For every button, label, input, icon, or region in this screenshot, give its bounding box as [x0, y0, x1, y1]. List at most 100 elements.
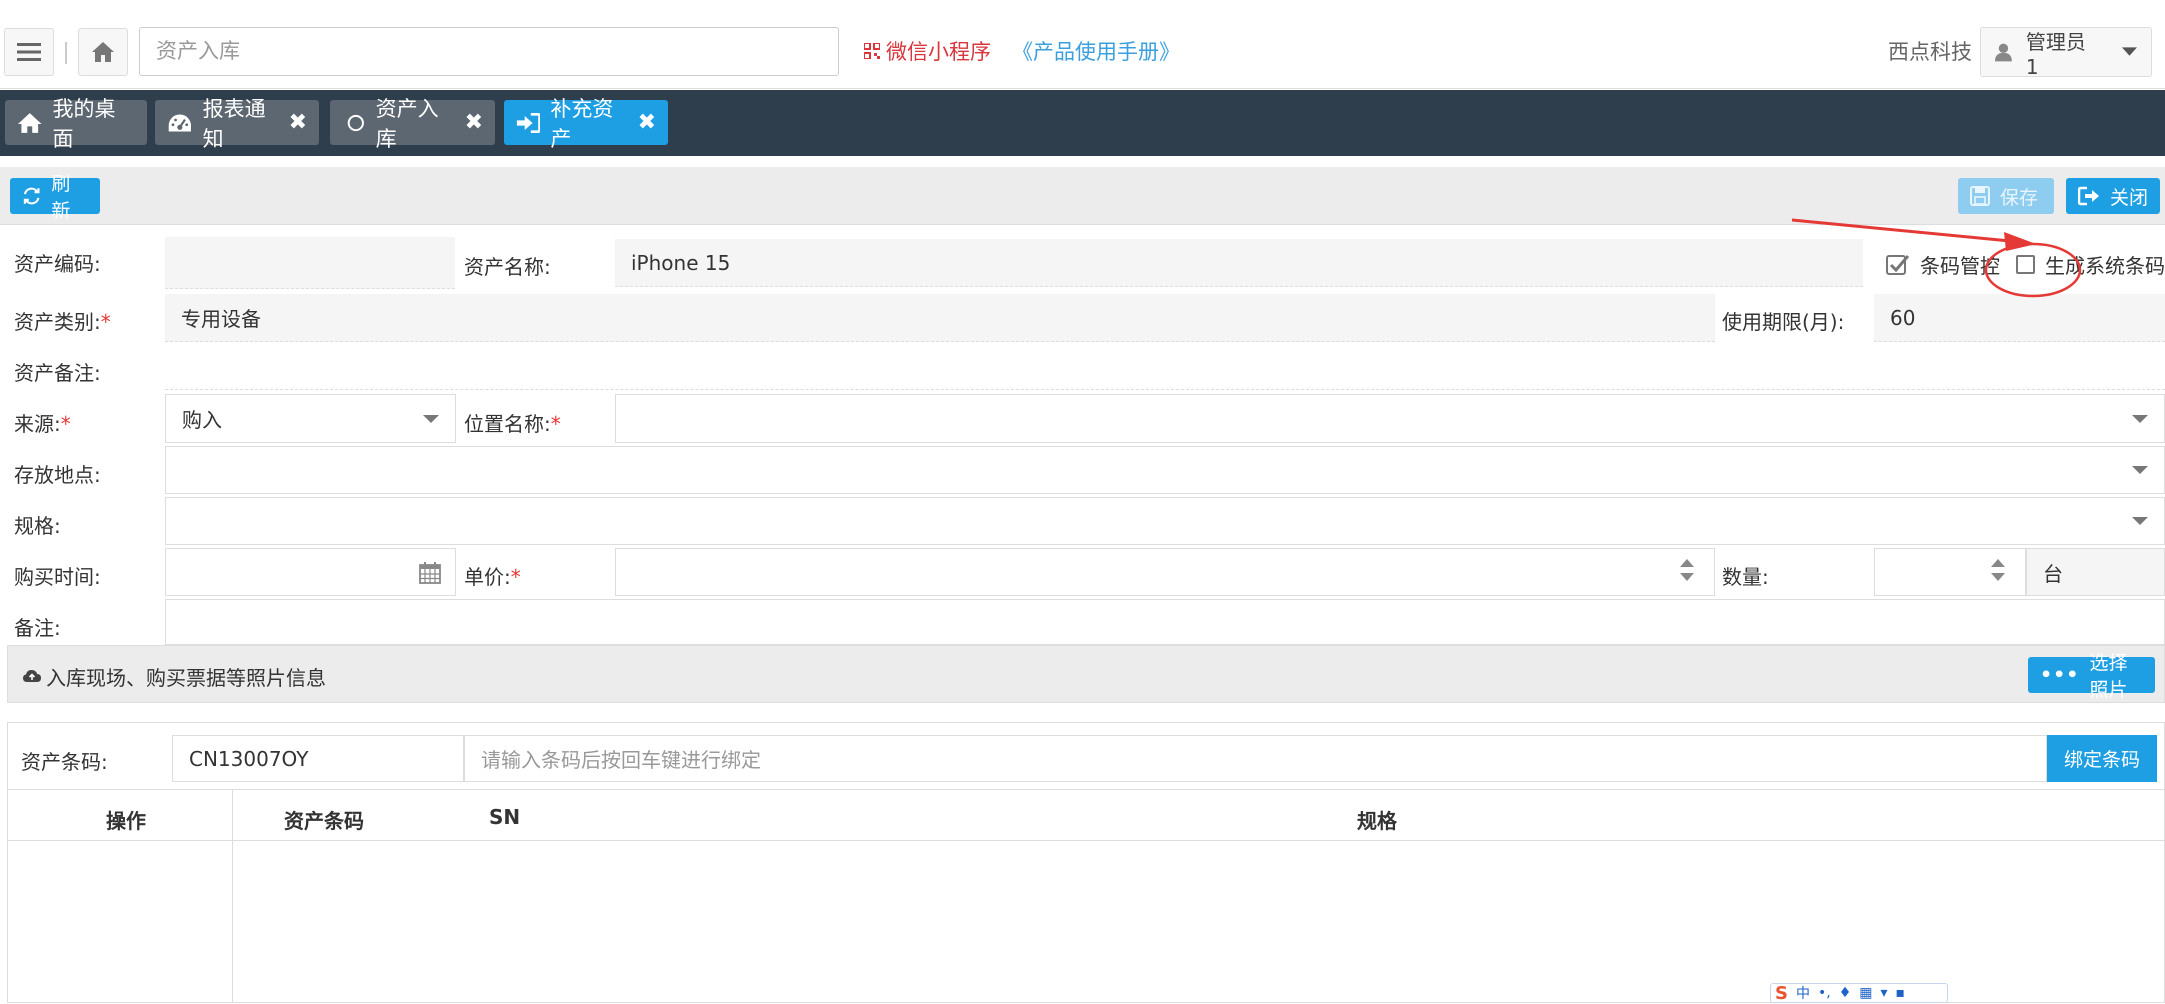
- purchase-time-input[interactable]: [165, 548, 456, 596]
- caret-down-icon: [2132, 414, 2148, 423]
- close-button[interactable]: 关闭: [2066, 178, 2160, 214]
- asset-remark-label: 资产备注:: [14, 361, 101, 385]
- save-label: 保存: [2000, 186, 2039, 209]
- unit-price-input[interactable]: [615, 548, 1715, 596]
- note-input[interactable]: [165, 599, 2165, 645]
- keyboard-icon[interactable]: ▦: [1859, 985, 1872, 1001]
- wechat-miniapp-link[interactable]: 微信小程序: [864, 36, 991, 66]
- close-tab-icon[interactable]: ✖: [638, 110, 656, 135]
- generate-barcode-label: 生成系统条码: [2045, 254, 2165, 278]
- required-mark: *: [510, 565, 521, 589]
- quantity-unit: 台: [2026, 548, 2165, 596]
- product-manual-link[interactable]: 《产品使用手册》: [1012, 36, 1180, 66]
- table-header-sn: SN: [489, 805, 521, 829]
- table-header-asset-barcode: 资产条码: [284, 809, 364, 833]
- table-column-divider: [232, 790, 233, 1003]
- photo-info-label: 入库现场、购买票据等照片信息: [46, 666, 326, 690]
- menu-toggle-button[interactable]: [4, 28, 54, 76]
- select-photo-button[interactable]: ••• 选择照片: [2028, 652, 2155, 701]
- calendar-icon[interactable]: [419, 562, 441, 584]
- required-mark: *: [60, 412, 71, 436]
- user-menu[interactable]: 管理员1: [1980, 27, 2152, 79]
- tab-my-desktop[interactable]: 我的桌面: [5, 97, 147, 151]
- tab-supplement-asset[interactable]: 补充资产 ✖: [504, 97, 668, 151]
- ellipsis-icon: •••: [2040, 664, 2080, 686]
- home-icon: [17, 112, 42, 133]
- asset-category-field[interactable]: 专用设备: [165, 294, 1715, 342]
- spec-select[interactable]: [165, 497, 2165, 545]
- spec-label: 规格:: [14, 514, 61, 538]
- asset-name-field[interactable]: iPhone 15: [615, 239, 1863, 287]
- spinner-arrows[interactable]: [1680, 559, 1694, 581]
- save-icon: [1970, 186, 1990, 206]
- location-name-label: 位置名称:*: [464, 408, 561, 437]
- purchase-time-label: 购买时间:: [14, 565, 101, 589]
- top-bar: 资产入库 微信小程序 《产品使用手册》 西点科技 管理员1: [0, 0, 2165, 89]
- unit-price-label: 单价:*: [464, 561, 521, 590]
- home-icon: [92, 42, 114, 62]
- bind-barcode-button[interactable]: 绑定条码: [2047, 735, 2157, 782]
- note-label: 备注:: [14, 616, 61, 640]
- refresh-button[interactable]: 刷新: [10, 173, 100, 222]
- photo-section: 入库现场、购买票据等照片信息 ••• 选择照片: [7, 645, 2165, 703]
- tab-report-notice[interactable]: 报表通知 ✖: [155, 97, 319, 151]
- close-label: 关闭: [2110, 186, 2149, 209]
- skin-icon[interactable]: ▾: [1880, 985, 1887, 1001]
- barcode-bind-input[interactable]: 请输入条码后按回车键进行绑定: [464, 735, 2047, 782]
- close-tab-icon[interactable]: ✖: [465, 110, 483, 135]
- tab-asset-inbound[interactable]: 资产入库 ✖: [330, 97, 495, 151]
- asset-name-label: 资产名称:: [464, 255, 551, 279]
- asset-remark-field[interactable]: [165, 345, 2165, 390]
- user-name: 管理员1: [2025, 29, 2086, 79]
- tab-label: 补充资产: [550, 96, 614, 151]
- refresh-label: 刷新: [51, 173, 71, 222]
- generate-barcode-checkbox[interactable]: 生成系统条码: [2016, 250, 2165, 279]
- location-name-select[interactable]: [615, 394, 2165, 443]
- tab-bar: 我的桌面 报表通知 ✖ 资产入库 ✖ 补充资产 ✖: [0, 90, 2165, 156]
- asset-code-label: 资产编码:: [14, 252, 101, 276]
- save-button[interactable]: 保存: [1958, 178, 2054, 214]
- unchecked-checkbox-icon: [2016, 255, 2035, 274]
- ime-toolbar[interactable]: S 中 •, ♦ ▦ ▾ ▪: [1770, 982, 1948, 1004]
- user-icon: [1995, 43, 2012, 62]
- source-label: 来源:*: [14, 408, 71, 437]
- usage-life-field[interactable]: 60: [1874, 294, 2165, 342]
- source-select[interactable]: 购入: [165, 394, 456, 443]
- tab-label: 我的桌面: [52, 96, 116, 151]
- checked-checkbox-icon: [1886, 254, 1910, 275]
- asset-category-label-text: 资产类别:: [14, 310, 101, 334]
- home-button[interactable]: [78, 28, 128, 76]
- caret-down-icon: [423, 414, 439, 423]
- barcode-manage-checkbox[interactable]: 条码管控: [1886, 250, 2000, 279]
- microphone-icon[interactable]: ♦: [1839, 985, 1852, 1001]
- cloud-upload-icon: [23, 670, 41, 682]
- asset-barcode-field[interactable]: CN13007OY: [172, 735, 464, 782]
- asset-code-field[interactable]: [165, 237, 455, 289]
- required-mark: *: [550, 412, 561, 436]
- sogou-logo-icon: S: [1775, 982, 1788, 1004]
- required-mark: *: [100, 310, 111, 334]
- caret-down-icon: [2132, 517, 2148, 525]
- close-tab-icon[interactable]: ✖: [289, 110, 307, 135]
- caret-down-icon: [2122, 47, 2137, 56]
- storage-place-select[interactable]: [165, 446, 2165, 494]
- quantity-label: 数量:: [1722, 565, 1769, 589]
- quantity-input[interactable]: [1874, 548, 2026, 596]
- hamburger-icon: [17, 43, 41, 61]
- sign-out-icon: [2078, 186, 2099, 206]
- table-header-operation: 操作: [106, 809, 146, 833]
- location-name-label-text: 位置名称:: [464, 412, 551, 436]
- divider: [65, 42, 67, 64]
- tab-label: 报表通知: [202, 96, 266, 151]
- annotation-arrowhead: [2004, 232, 2036, 251]
- tab-label: 资产入库: [375, 96, 439, 151]
- toolbox-icon[interactable]: ▪: [1896, 985, 1906, 1001]
- company-name: 西点科技: [1888, 40, 1972, 64]
- source-value: 购入: [182, 408, 222, 432]
- search-input[interactable]: 资产入库: [139, 27, 839, 76]
- spinner-arrows[interactable]: [1991, 559, 2005, 581]
- ime-language-label[interactable]: 中: [1796, 983, 1810, 1003]
- punctuation-icon[interactable]: •,: [1818, 985, 1831, 1001]
- refresh-icon: [23, 187, 40, 205]
- select-photo-label: 选择照片: [2089, 652, 2128, 701]
